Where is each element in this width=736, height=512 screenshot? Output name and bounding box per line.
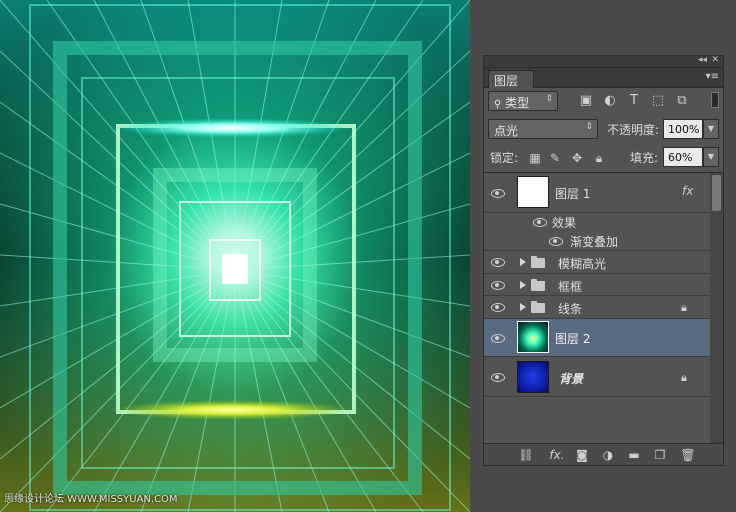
filter-toggle-switch[interactable] xyxy=(711,92,719,108)
blend-mode-value: 点光 xyxy=(494,124,519,138)
layer-row-background[interactable]: 背景 🔒︎ xyxy=(484,357,710,397)
lock-label: 锁定: xyxy=(490,151,519,165)
opacity-label: 不透明度: xyxy=(607,123,660,137)
gradient-overlay-row[interactable]: 渐变叠加 xyxy=(484,231,710,251)
group-name[interactable]: 模糊高光 xyxy=(558,255,606,272)
tunnel-artwork xyxy=(0,0,470,512)
double-chevron-icon[interactable]: ◂◂ xyxy=(698,55,707,65)
panel-bottom-toolbar: ⛓ fx. ◙ ◑ ▬ ❐ 🗑︎ xyxy=(484,443,723,465)
eye-icon[interactable] xyxy=(490,187,506,199)
eye-icon[interactable] xyxy=(490,371,506,383)
smart-object-filter-icon[interactable]: ⧉ xyxy=(674,93,690,109)
expand-triangle-icon[interactable] xyxy=(520,281,526,289)
close-icon[interactable]: ✕ xyxy=(711,55,719,65)
effect-name: 渐变叠加 xyxy=(570,235,619,249)
panel-menu-icon[interactable]: ▾≡ xyxy=(706,71,719,82)
layer-group-lines[interactable]: 线条 🔒︎ xyxy=(484,296,710,319)
folder-icon xyxy=(531,256,545,268)
delete-layer-icon[interactable]: 🗑︎ xyxy=(680,447,696,463)
lock-icon: 🔒︎ xyxy=(681,371,687,384)
fill-label: 填充: xyxy=(630,151,659,165)
search-icon: ⚲ xyxy=(494,99,502,110)
folder-icon xyxy=(531,301,545,313)
layer-thumbnail xyxy=(517,321,549,353)
chevron-updown-icon: ⇕ xyxy=(585,122,593,132)
eye-icon[interactable] xyxy=(490,301,506,313)
group-name[interactable]: 线条 xyxy=(558,300,582,317)
lock-paint-icon[interactable]: ✎ xyxy=(548,151,562,165)
lock-icon: 🔒︎ xyxy=(681,301,687,314)
type-filter-icon[interactable]: T xyxy=(626,93,642,109)
fill-dropdown-arrow[interactable]: ▼ xyxy=(703,147,719,167)
layer-thumbnail xyxy=(517,176,549,208)
photoshop-window: 思缘设计论坛 WWW.MISSYUAN.COM ◂◂ ✕ 图层 ▾≡ ⚲ 类型 … xyxy=(0,0,736,512)
expand-triangle-icon[interactable] xyxy=(520,303,526,311)
opacity-dropdown-arrow[interactable]: ▼ xyxy=(703,119,719,139)
adjustment-filter-icon[interactable]: ◐ xyxy=(602,93,618,109)
eye-icon[interactable] xyxy=(548,235,564,247)
group-name[interactable]: 框框 xyxy=(558,278,582,295)
lock-move-icon[interactable]: ✥ xyxy=(570,151,584,165)
link-layers-icon[interactable]: ⛓ xyxy=(518,447,534,463)
layer-row-2[interactable]: 图层 2 xyxy=(484,319,710,357)
panel-collapse-bar[interactable]: ◂◂ ✕ xyxy=(484,55,723,68)
layer-row-1[interactable]: 图层 1 fx xyxy=(484,173,710,213)
document-canvas[interactable]: 思缘设计论坛 WWW.MISSYUAN.COM xyxy=(0,0,470,512)
new-group-icon[interactable]: ▬ xyxy=(626,447,642,463)
panel-tabbar: 图层 ▾≡ xyxy=(484,68,723,88)
adjustment-layer-icon[interactable]: ◑ xyxy=(600,447,616,463)
shape-filter-icon[interactable]: ⬚ xyxy=(650,93,666,109)
layer-list: 图层 1 fx 效果 渐变叠加 模糊高光 框框 线条 🔒︎ 图层 2 背景 🔒︎ xyxy=(484,173,710,443)
layer-thumbnail xyxy=(517,361,549,393)
eye-icon[interactable] xyxy=(490,332,506,344)
eye-icon[interactable] xyxy=(532,216,548,228)
expand-triangle-icon[interactable] xyxy=(520,258,526,266)
blend-mode-dropdown[interactable]: 点光 ⇕ xyxy=(488,119,598,139)
folder-icon xyxy=(531,279,545,291)
fx-icon[interactable]: fx. xyxy=(546,447,568,463)
lock-all-icon[interactable]: 🔒︎ xyxy=(592,151,606,165)
image-filter-icon[interactable]: ▣ xyxy=(578,93,594,109)
layer-list-scrollbar[interactable] xyxy=(710,173,723,443)
eye-icon[interactable] xyxy=(490,256,506,268)
watermark-text: 思缘设计论坛 WWW.MISSYUAN.COM xyxy=(4,494,178,505)
layers-panel: ◂◂ ✕ 图层 ▾≡ ⚲ 类型 ⇕ ▣ ◐ T ⬚ ⧉ 点光 ⇕ 不透明度: 1… xyxy=(483,55,724,466)
new-layer-icon[interactable]: ❐ xyxy=(652,447,668,463)
layer-group-blur-highlight[interactable]: 模糊高光 xyxy=(484,251,710,274)
effects-label: 效果 xyxy=(552,216,577,230)
opacity-field[interactable]: 100% xyxy=(663,119,703,139)
add-mask-icon[interactable]: ◙ xyxy=(574,447,590,463)
lock-transparent-icon[interactable]: ▦ xyxy=(528,151,542,165)
layer-name[interactable]: 图层 1 xyxy=(555,185,590,202)
chevron-updown-icon: ⇕ xyxy=(545,94,553,104)
effects-header-row[interactable]: 效果 xyxy=(484,213,710,231)
layer-name[interactable]: 图层 2 xyxy=(555,330,590,347)
filter-type-dropdown[interactable]: ⚲ 类型 ⇕ xyxy=(488,91,558,111)
fill-field[interactable]: 60% xyxy=(663,147,703,167)
layer-group-frames[interactable]: 框框 xyxy=(484,274,710,296)
eye-icon[interactable] xyxy=(490,279,506,291)
fx-icon[interactable]: fx xyxy=(682,184,693,198)
filter-type-value: 类型 xyxy=(505,96,530,110)
scrollbar-thumb[interactable] xyxy=(712,175,721,211)
tab-layers[interactable]: 图层 xyxy=(488,70,534,88)
layer-name[interactable]: 背景 xyxy=(559,370,583,387)
